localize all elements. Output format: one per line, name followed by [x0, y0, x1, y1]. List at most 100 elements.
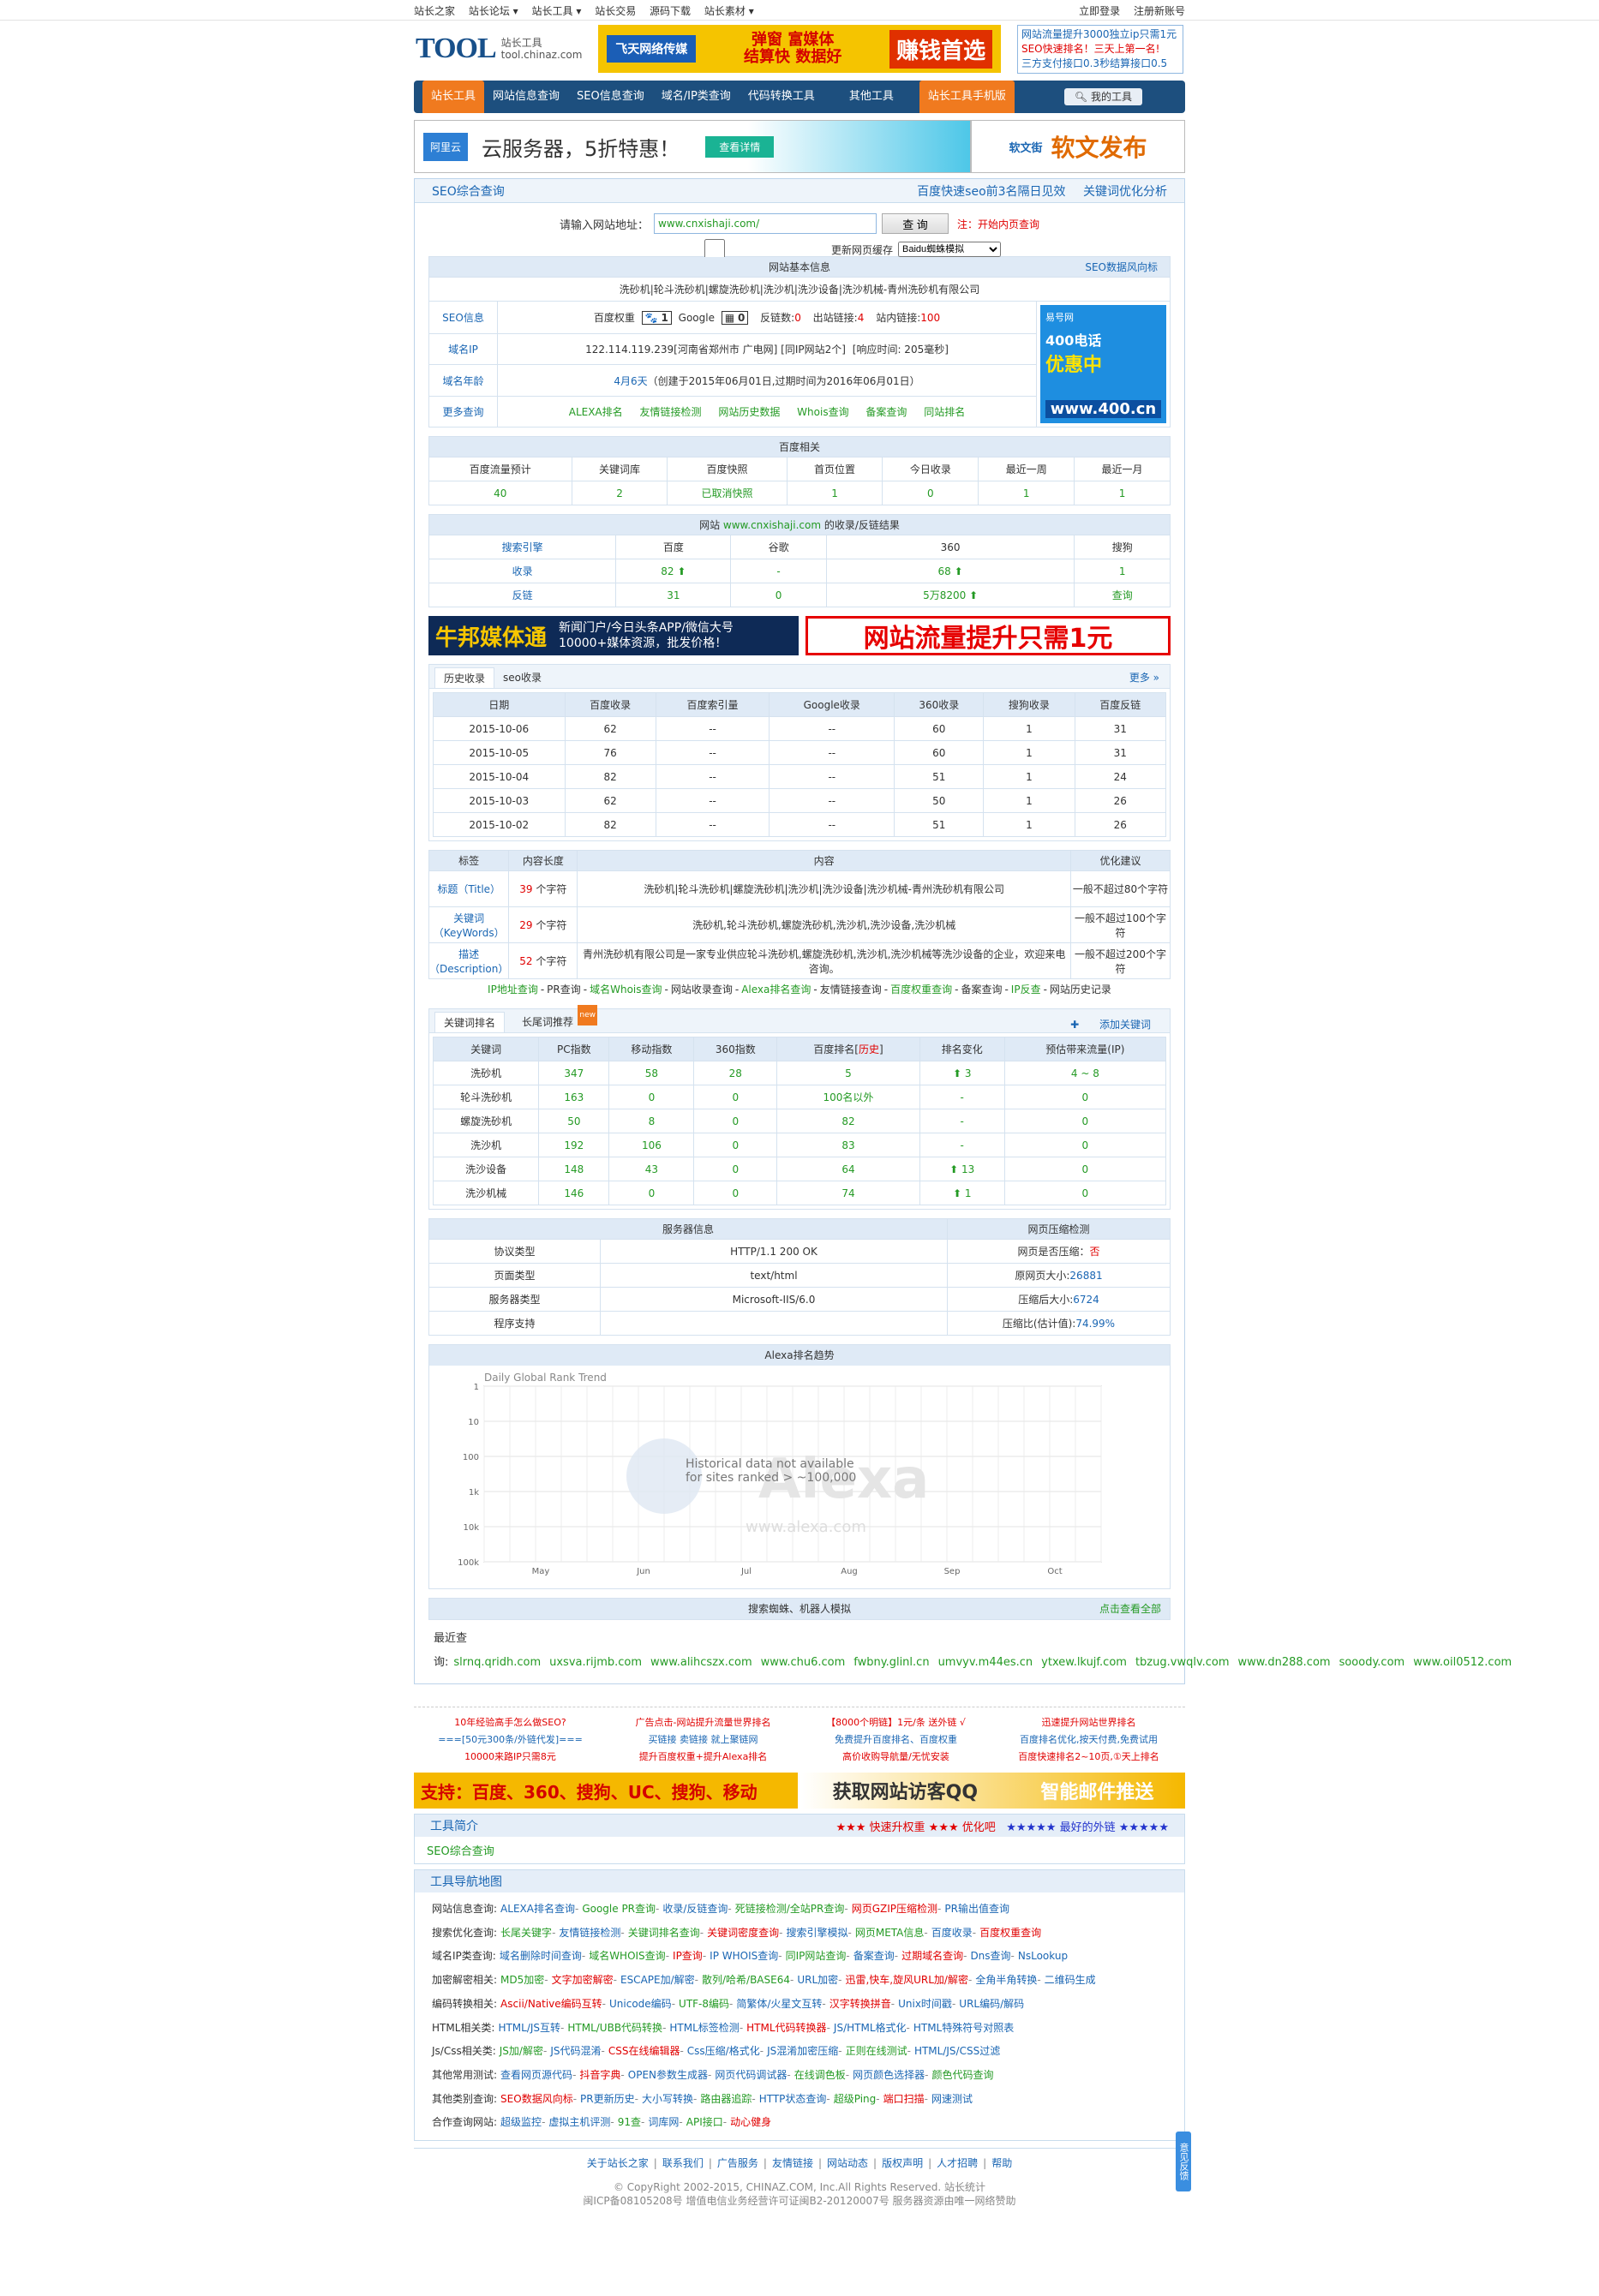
index-cell[interactable]: 查询	[1074, 583, 1171, 607]
footer-link[interactable]: 友情链接	[772, 2157, 813, 2169]
sitemap-link[interactable]: HTML特殊符号对照表	[913, 2022, 1014, 2034]
history-more-link[interactable]: 更多 »	[1129, 670, 1159, 685]
sitemap-link[interactable]: Dns查询	[970, 1950, 1010, 1962]
sitemap-link[interactable]: HTML标签检测	[669, 2022, 739, 2034]
sitemap-link[interactable]: Unix时间戳	[898, 1998, 952, 2010]
header-banner-ad[interactable]: 飞天网络传媒 弹窗 富媒体 结算快 数据好 赚钱首选	[598, 25, 1002, 73]
nav-item-domain-ip[interactable]: 域名/IP类查询	[653, 81, 740, 113]
text-ad[interactable]: 高价收购导航量/无忧安装	[800, 1749, 992, 1766]
tab-longtail[interactable]: 长尾词推荐 new	[505, 1005, 598, 1032]
index-cell[interactable]: 82 ⬆	[615, 559, 732, 583]
sitemap-link[interactable]: JS混淆加密压缩	[767, 2045, 838, 2057]
recent-link[interactable]: umvyv.m44es.cn	[938, 1656, 1033, 1669]
sitemap-link[interactable]: 域名WHOIS查询	[589, 1950, 666, 1962]
sitemap-link[interactable]: 正则在线测试	[846, 2045, 907, 2057]
quick-link[interactable]: Alexa排名查询	[741, 984, 811, 996]
sitemap-link[interactable]: 网速测试	[931, 2093, 973, 2105]
my-tools-button[interactable]: 🔍︎ 我的工具	[1063, 88, 1142, 105]
recent-link[interactable]: ytxew.lkujf.com	[1041, 1656, 1127, 1669]
sitemap-link[interactable]: 抖音字典	[579, 2069, 620, 2081]
baidu-value[interactable]: 1	[1074, 481, 1171, 505]
quick-link[interactable]: PR查询	[547, 984, 581, 996]
sitemap-link[interactable]: Ascii/Native编码互转	[500, 1998, 602, 2010]
tab-seo-index[interactable]: seo收录	[494, 667, 550, 688]
recent-link[interactable]: fwbny.glinl.cn	[853, 1656, 929, 1669]
sitemap-link[interactable]: 汉字转换拼音	[829, 1998, 891, 2010]
sitemap-link[interactable]: NsLookup	[1018, 1950, 1068, 1962]
nav-item-tools[interactable]: 站长工具	[422, 81, 485, 113]
sitemap-link[interactable]: 大小写转换	[642, 2093, 693, 2105]
register-link[interactable]: 注册新账号	[1134, 5, 1185, 17]
text-ad[interactable]: 10000来路IP只需8元	[414, 1749, 607, 1766]
more-link[interactable]: 友情链接检测	[639, 406, 701, 418]
sitemap-link[interactable]: 网页META信息	[855, 1927, 925, 1939]
sitemap-link[interactable]: 动心健身	[730, 2116, 771, 2128]
sitemap-link[interactable]: 同IP网站查询	[786, 1950, 847, 1962]
sitemap-link[interactable]: 死链接检测/全站PR查询	[735, 1903, 845, 1915]
sitemap-link[interactable]: 全角半角转换	[975, 1974, 1037, 1986]
site-link[interactable]: www.cnxishaji.com	[723, 519, 821, 531]
footer-link[interactable]: 网站动态	[827, 2157, 868, 2169]
quick-link[interactable]: 备案查询	[961, 984, 1002, 996]
more-link[interactable]: 同站排名	[924, 406, 965, 418]
sitemap-link[interactable]: 搜索引擎模拟	[786, 1927, 847, 1939]
index-cell[interactable]: 1	[1074, 559, 1171, 583]
sitemap-link[interactable]: 迅雷,快车,旋风URL加/解密	[845, 1974, 967, 1986]
nav-item-code-convert[interactable]: 代码转换工具	[740, 81, 823, 113]
nav-item-site-info[interactable]: 网站信息查询	[484, 81, 568, 113]
sitemap-link[interactable]: 虚拟主机评测	[548, 2116, 610, 2128]
sitemap-link[interactable]: 91查	[618, 2116, 641, 2128]
index-cell[interactable]: 0	[730, 583, 827, 607]
text-ad[interactable]: 买链接 卖链接 就上聚链网	[607, 1731, 800, 1749]
sitemap-link[interactable]: HTML代码转换器	[746, 2022, 826, 2034]
sitemap-link[interactable]: 超级监控	[500, 2116, 542, 2128]
index-cell[interactable]: -	[730, 559, 827, 583]
sitemap-link[interactable]: 超级Ping	[834, 2093, 877, 2105]
seo-top3-link[interactable]: 百度快速seo前3名隔日见效	[917, 185, 1065, 199]
sitemap-link[interactable]: 友情链接检测	[559, 1927, 620, 1939]
sitemap-link[interactable]: 关键词密度查询	[707, 1927, 779, 1939]
text-ad[interactable]: 广告点击-网站提升流量世界排名	[607, 1714, 800, 1731]
sitemap-link[interactable]: 二维码生成	[1045, 1974, 1096, 1986]
recent-link[interactable]: tbzug.vwqlv.com	[1135, 1656, 1230, 1669]
recent-link[interactable]: sooody.com	[1339, 1656, 1405, 1669]
ruanwen-ad[interactable]: 软文街 软文发布	[971, 120, 1185, 173]
text-ad[interactable]: 提升百度权重+提升Alexa排名	[607, 1749, 800, 1766]
sitemap-link[interactable]: HTML/JS/CSS过滤	[914, 2045, 1000, 2057]
inner-page-note[interactable]: 注：开始内页查询	[957, 217, 1039, 231]
sitemap-link[interactable]: 端口扫描	[883, 2093, 925, 2105]
recent-link[interactable]: slrnq.qridh.com	[453, 1656, 541, 1669]
sitemap-link[interactable]: Css压缩/格式化	[687, 2045, 760, 2057]
sitemap-link[interactable]: Unicode编码	[609, 1998, 672, 2010]
baidu-value[interactable]: 1	[786, 481, 883, 505]
sitemap-link[interactable]: 路由器追踪	[700, 2093, 752, 2105]
top-link[interactable]: 站长素材 ▾	[704, 5, 754, 17]
baidu-value[interactable]: 40	[428, 481, 572, 505]
sitemap-link[interactable]: API接口	[686, 2116, 723, 2128]
sitemap-link[interactable]: URL加密	[797, 1974, 838, 1986]
login-link[interactable]: 立即登录	[1079, 5, 1120, 17]
index-cell[interactable]: 31	[615, 583, 732, 607]
nav-item-mobile[interactable]: 站长工具手机版	[919, 81, 1015, 113]
sitemap-link[interactable]: 简繁体/火星文互转	[736, 1998, 822, 2010]
feedback-tab[interactable]: 意见反馈	[1176, 2132, 1191, 2191]
sitemap-link[interactable]: PR更新历史	[580, 2093, 635, 2105]
sitemap-link[interactable]: JS加/解密	[500, 2045, 543, 2057]
baidu-value[interactable]: 2	[571, 481, 668, 505]
sitemap-link[interactable]: 网页代码调试器	[715, 2069, 787, 2081]
quick-link[interactable]: 百度权重查询	[890, 984, 952, 996]
sitemap-link[interactable]: 百度权重查询	[979, 1927, 1041, 1939]
sitemap-link[interactable]: HTTP状态查询	[759, 2093, 827, 2105]
sitemap-link[interactable]: JS/HTML格式化	[834, 2022, 907, 2034]
quick-link[interactable]: IP地址查询	[488, 984, 538, 996]
recent-link[interactable]: www.oil0512.com	[1413, 1656, 1512, 1669]
more-link[interactable]: Whois查询	[797, 406, 848, 418]
niubang-ad[interactable]: 牛邦媒体通 新闻门户/今日头条APP/微信大号 10000+媒体资源，批发价格！ 网…	[428, 616, 1171, 655]
keyword-cell[interactable]: 螺旋洗砂机	[432, 1109, 540, 1133]
sitemap-link[interactable]: 词库网	[648, 2116, 679, 2128]
top-link[interactable]: 站长之家	[414, 5, 455, 17]
keyword-cell[interactable]: 洗沙机械	[432, 1181, 540, 1205]
recent-link[interactable]: www.dn288.com	[1238, 1656, 1331, 1669]
more-link[interactable]: ALEXA排名	[569, 406, 623, 418]
same-ip-link[interactable]: [同IP网站2个]	[781, 344, 846, 356]
